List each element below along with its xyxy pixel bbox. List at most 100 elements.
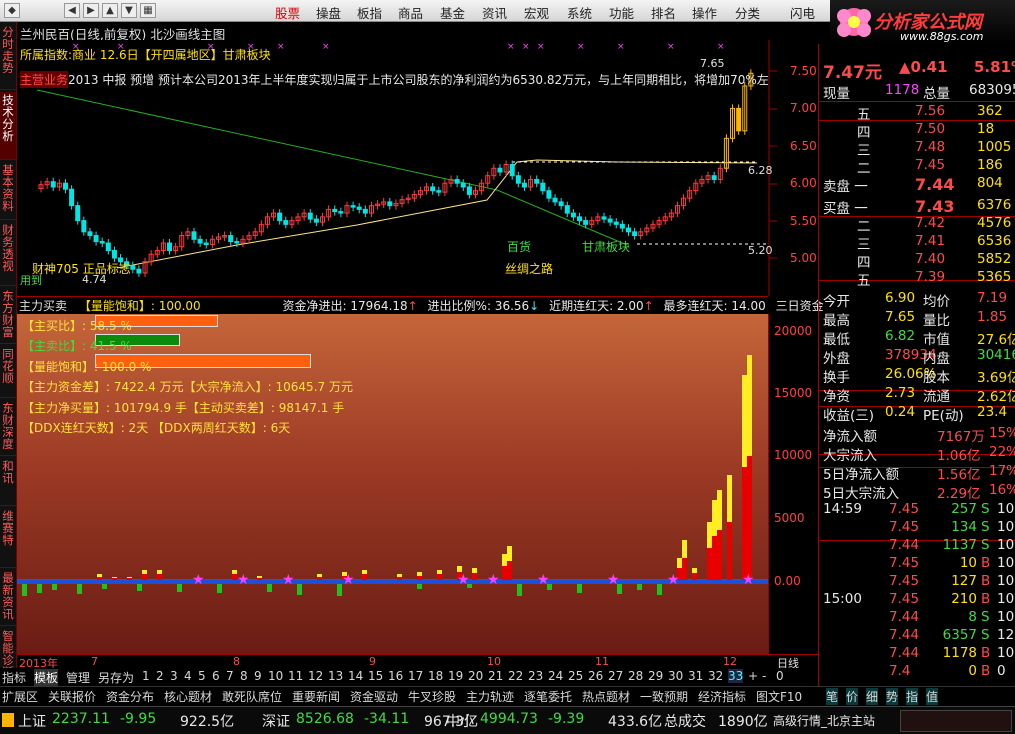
market-icon[interactable]	[2, 713, 14, 727]
indicator-tab[interactable]: 18	[428, 669, 443, 683]
menu-item[interactable]: 闪电	[790, 3, 815, 21]
indicator-tab[interactable]: 10	[268, 669, 283, 683]
menu-item[interactable]: 宏观	[524, 3, 549, 21]
indicator-tab[interactable]: 2	[156, 669, 164, 683]
menu-item[interactable]: 基金	[440, 3, 465, 21]
indicator-tab[interactable]: 6	[212, 669, 220, 683]
menu-item[interactable]: 系统	[567, 3, 592, 21]
back-icon[interactable]: ◀	[64, 3, 80, 18]
indicator-tab[interactable]: 3	[170, 669, 178, 683]
menu-item[interactable]: 操盘	[316, 3, 341, 21]
menu-item[interactable]: 操作	[692, 3, 717, 21]
left-tab[interactable]: 东财深度	[0, 400, 16, 456]
left-tab[interactable]: 和讯	[0, 458, 16, 506]
indicator-tab[interactable]: 13	[328, 669, 343, 683]
indicator-tab[interactable]: 11	[288, 669, 303, 683]
indicator-tab[interactable]: 另存为	[98, 669, 134, 686]
indicator-tab[interactable]: 31	[688, 669, 703, 683]
extension-tab[interactable]: 图文F10	[756, 688, 802, 705]
menu-item[interactable]: 功能	[609, 3, 634, 21]
extension-tab[interactable]: 资金分布	[106, 688, 154, 705]
menu-item[interactable]: 分类	[735, 3, 760, 21]
app-icon[interactable]: ◆	[4, 3, 20, 18]
indicator-tab[interactable]: 5	[198, 669, 206, 683]
extension-tab[interactable]: 扩展区	[2, 688, 38, 705]
indicator-tab[interactable]: 26	[588, 669, 603, 683]
indicator-tab[interactable]: -	[762, 669, 766, 683]
indicator-tab[interactable]: 7	[226, 669, 234, 683]
menu-item[interactable]: 股票	[275, 3, 300, 21]
tick-count: 10	[997, 609, 1015, 625]
indicator-tab[interactable]: 32	[708, 669, 723, 683]
mini-chart-icon[interactable]	[900, 710, 1012, 732]
extension-tab[interactable]: 值	[926, 688, 939, 705]
index-name[interactable]: 上证	[18, 711, 46, 731]
server-label[interactable]: 高级行情_北京主站	[773, 712, 875, 729]
indicator-tab[interactable]: 8	[240, 669, 248, 683]
main-business-link[interactable]: 主营业务	[20, 71, 69, 88]
indicator-tab[interactable]: 0	[776, 669, 784, 683]
indicator-tab[interactable]: 17	[408, 669, 423, 683]
indicator-tab[interactable]: 27	[608, 669, 623, 683]
indicator-tab[interactable]: 15	[368, 669, 383, 683]
indicator-tab[interactable]: +	[748, 669, 758, 683]
indicator-panel[interactable]: 【主买比】: 58.5 % 【主卖比】: 41.5 % 【量能饱和】: 100.0 …	[17, 314, 768, 654]
extension-tab[interactable]: 价	[846, 688, 859, 705]
indicator-tab[interactable]: 12	[308, 669, 323, 683]
menu-item[interactable]: 排名	[651, 3, 676, 21]
layout-icon[interactable]: ▦	[140, 3, 156, 18]
indicator-tab[interactable]: 9	[254, 669, 262, 683]
indicator-tab[interactable]: 管理	[66, 669, 90, 686]
indicator-tab[interactable]: 28	[628, 669, 643, 683]
indicator-tab[interactable]: 23	[528, 669, 543, 683]
indicator-tab[interactable]: 25	[568, 669, 583, 683]
indicator-tab[interactable]: 21	[488, 669, 503, 683]
indicator-tab[interactable]: 16	[388, 669, 403, 683]
indicator-tab[interactable]: 20	[468, 669, 483, 683]
extension-tab[interactable]: 势	[886, 688, 899, 705]
tick-volume: 1178	[942, 645, 977, 661]
extension-tab[interactable]: 核心题材	[164, 688, 212, 705]
strip-title[interactable]: 主力买卖	[19, 299, 67, 313]
down-icon[interactable]: ▼	[121, 3, 137, 18]
forward-icon[interactable]: ▶	[83, 3, 99, 18]
extension-tab[interactable]: 敢死队席位	[222, 688, 282, 705]
extension-tab[interactable]: 主力轨迹	[466, 688, 514, 705]
left-tab[interactable]: 技术分析	[0, 92, 16, 160]
menu-item[interactable]: 板指	[357, 3, 382, 21]
extension-tab[interactable]: 牛叉珍股	[408, 688, 456, 705]
extension-tab[interactable]: 指	[906, 688, 919, 705]
left-tab[interactable]: 东方财富	[0, 288, 16, 344]
indicator-tab[interactable]: 30	[668, 669, 683, 683]
extension-tab[interactable]: 关联报价	[48, 688, 96, 705]
left-tab[interactable]: 财务透视	[0, 222, 16, 286]
indicator-tab[interactable]: 19	[448, 669, 463, 683]
indicator-tab[interactable]: 22	[508, 669, 523, 683]
extension-tab[interactable]: 经济指标	[698, 688, 746, 705]
indicator-tab[interactable]: 模板	[34, 669, 59, 686]
left-tab[interactable]: 分时走势	[0, 24, 16, 90]
extension-tab[interactable]: 逐笔委托	[524, 688, 572, 705]
indicator-tab[interactable]: 29	[648, 669, 663, 683]
index-name[interactable]: 深证	[262, 711, 290, 731]
indicator-tab[interactable]: 24	[548, 669, 563, 683]
left-tab[interactable]: 维赛特	[0, 508, 16, 568]
indicator-tab[interactable]: 4	[184, 669, 192, 683]
indicator-tab[interactable]: 1	[142, 669, 150, 683]
left-tab[interactable]: 同花顺	[0, 346, 16, 398]
extension-tab[interactable]: 资金驱动	[350, 688, 398, 705]
up-icon[interactable]: ▲	[102, 3, 118, 18]
left-tab[interactable]: 基本资料	[0, 162, 16, 220]
index-name[interactable]: 中小	[446, 711, 474, 731]
indicator-tab[interactable]: 14	[348, 669, 363, 683]
menu-item[interactable]: 资讯	[482, 3, 507, 21]
indicator-tab[interactable]: 33	[728, 669, 744, 683]
left-tab[interactable]: 最新资讯	[0, 570, 16, 626]
indicator-tab[interactable]: 指标	[2, 669, 26, 686]
extension-tab[interactable]: 热点题材	[582, 688, 630, 705]
extension-tab[interactable]: 细	[866, 688, 879, 705]
menu-item[interactable]: 商品	[398, 3, 423, 21]
extension-tab[interactable]: 重要新闻	[292, 688, 340, 705]
extension-tab[interactable]: 笔	[826, 688, 839, 705]
extension-tab[interactable]: 一致预期	[640, 688, 688, 705]
